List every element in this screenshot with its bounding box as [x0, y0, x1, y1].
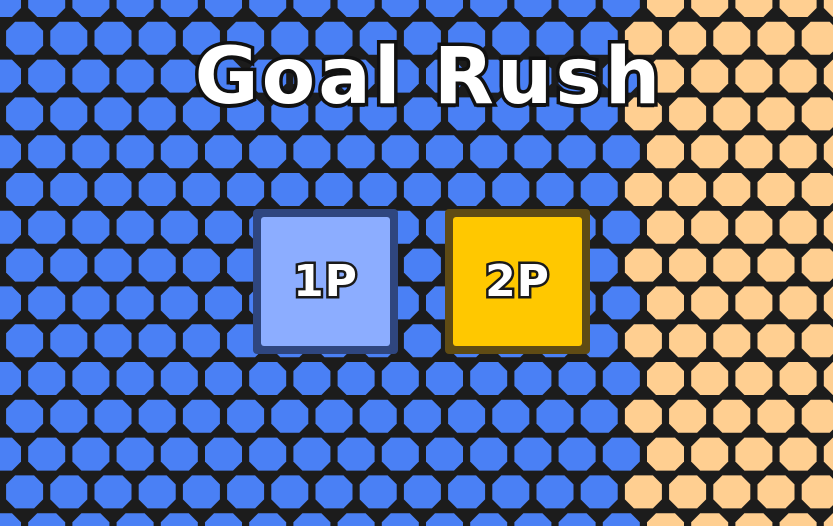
floor-tile	[735, 135, 773, 169]
two-player-button[interactable]: 2P	[445, 209, 590, 354]
floor-tile	[713, 324, 751, 358]
floor-tile	[801, 248, 833, 282]
floor-tile	[669, 248, 707, 282]
floor-tile	[647, 286, 684, 320]
game-title: Goal Rush	[191, 32, 664, 122]
floor-tile	[647, 210, 684, 244]
floor-tile	[647, 362, 684, 395]
floor-tile	[624, 475, 662, 509]
floor-tile	[779, 210, 817, 244]
floor-tile	[713, 475, 751, 509]
two-player-button-face[interactable]: 2P	[453, 217, 582, 346]
floor-tile	[669, 324, 707, 358]
one-player-label: 1P	[291, 255, 360, 307]
floor-tile	[713, 248, 751, 282]
floor-tile	[624, 399, 662, 433]
floor-tile	[735, 286, 773, 320]
floor-tile	[779, 437, 817, 471]
floor-tile	[691, 135, 729, 169]
floor-tile	[669, 475, 707, 509]
floor-tile	[779, 135, 817, 169]
floor-tile	[757, 248, 795, 282]
floor-tile	[713, 399, 751, 433]
floor-tile	[669, 173, 707, 206]
floor-tile	[801, 475, 833, 509]
one-player-button[interactable]: 1P	[253, 209, 398, 354]
floor-tile	[647, 437, 684, 471]
floor-tile	[801, 399, 833, 433]
floor-tile	[779, 362, 817, 395]
floor-tile	[624, 173, 662, 206]
floor-tile	[691, 362, 729, 395]
floor-tile	[624, 248, 662, 282]
game-screen: Goal Rush 1P 2P	[0, 0, 833, 526]
two-player-label: 2P	[483, 255, 552, 307]
one-player-button-face[interactable]: 1P	[261, 217, 390, 346]
floor-tile	[757, 399, 795, 433]
floor-tile	[735, 362, 773, 395]
floor-tile	[691, 210, 729, 244]
floor-tile	[801, 324, 833, 358]
floor-tile	[779, 286, 817, 320]
floor-tile	[757, 324, 795, 358]
floor-tile	[735, 210, 773, 244]
floor-tile	[757, 173, 795, 206]
floor-tile	[669, 399, 707, 433]
floor-tile	[801, 173, 833, 206]
floor-tile	[691, 286, 729, 320]
floor-tile	[757, 475, 795, 509]
floor-tile	[647, 135, 684, 169]
floor-tile	[691, 437, 729, 471]
floor-tile	[624, 324, 662, 358]
floor-tile	[713, 173, 751, 206]
floor-tile	[735, 437, 773, 471]
